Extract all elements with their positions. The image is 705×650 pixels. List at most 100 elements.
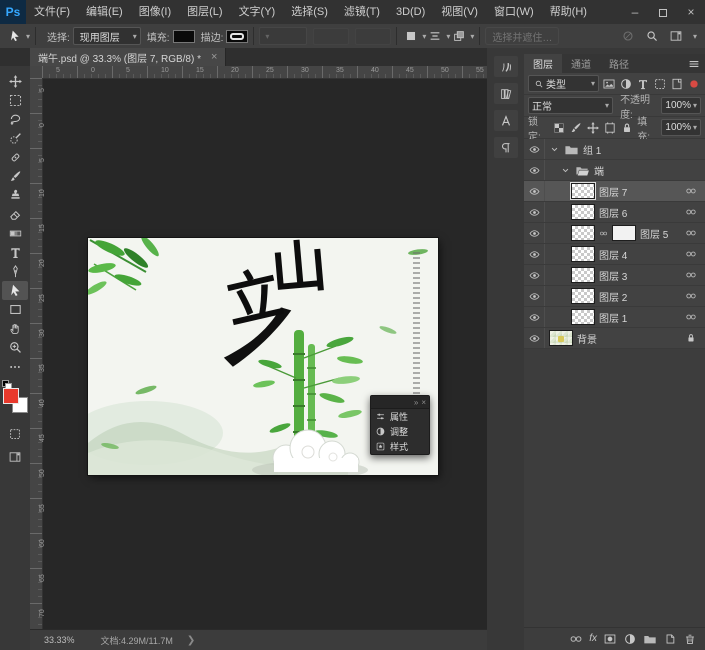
group-row[interactable]: 端 (524, 160, 705, 181)
filter-toggle-icon[interactable] (687, 77, 701, 91)
tool-eraser[interactable] (2, 205, 28, 224)
tool-path-select[interactable] (2, 281, 28, 300)
visibility-toggle[interactable] (524, 307, 545, 327)
document-tab[interactable]: 端午.psd @ 33.3% (图层 7, RGB/8) * × (30, 48, 227, 66)
search-icon[interactable] (645, 29, 659, 43)
visibility-toggle[interactable] (524, 139, 545, 159)
layer-row[interactable]: 图层 7 (524, 181, 705, 202)
layer-name[interactable]: 图层 4 (599, 247, 627, 262)
filter-type-layers-icon[interactable] (636, 77, 650, 91)
path-align-button[interactable] (428, 29, 442, 43)
layer-thumbnail[interactable] (571, 246, 595, 262)
tool-heal[interactable] (2, 148, 28, 167)
panel-tab-inactive[interactable]: 通道 (562, 54, 600, 73)
select-scope-dropdown[interactable]: 现用图层 ▾ (72, 27, 141, 45)
workspace-switcher-icon[interactable] (669, 29, 683, 43)
layer-row[interactable]: 图层 6 (524, 202, 705, 223)
tool-quick-select[interactable] (2, 129, 28, 148)
close-icon[interactable]: × (421, 398, 426, 407)
menu-item[interactable]: 视图(V) (433, 0, 486, 24)
delete-layer-button[interactable] (683, 632, 697, 646)
layer-row[interactable]: 图层 2 (524, 286, 705, 307)
layer-row[interactable]: 背景 (524, 328, 705, 349)
filter-pixel-layers-icon[interactable] (602, 77, 616, 91)
blend-mode-dropdown[interactable]: 正常 ▾ (528, 97, 614, 114)
layer-row[interactable]: 图层 1 (524, 307, 705, 328)
add-adjustment-button[interactable] (623, 632, 637, 646)
canvas-viewport[interactable]: 山 立 » × 属性 调整 样式 (42, 78, 487, 630)
lock-artboard-icon[interactable] (603, 121, 617, 135)
floating-panel-header[interactable]: » × (371, 396, 429, 409)
libraries-panel-button[interactable] (494, 83, 518, 104)
tool-type-glyph[interactable] (2, 243, 28, 262)
layer-name[interactable]: 图层 2 (599, 289, 627, 304)
workspace-caret[interactable]: ▾ (693, 32, 697, 41)
stroke-swatch[interactable] (226, 29, 249, 43)
lock-pixels-icon[interactable] (569, 121, 583, 135)
panel-tab-active[interactable]: 图层 (524, 54, 562, 73)
minimize-button[interactable]: – (621, 0, 649, 24)
tool-hand[interactable] (2, 319, 28, 338)
foreground-color-swatch[interactable] (3, 388, 19, 404)
close-button[interactable]: × (677, 0, 705, 24)
link-layers-button[interactable] (569, 632, 583, 646)
menu-item[interactable]: 帮助(H) (542, 0, 595, 24)
tool-stamp[interactable] (2, 186, 28, 205)
edit-toolbar-button[interactable] (2, 357, 28, 376)
layer-name[interactable]: 图层 6 (599, 205, 627, 220)
layer-thumbnail[interactable] (571, 204, 595, 220)
visibility-toggle[interactable] (524, 160, 545, 180)
menu-item[interactable]: 选择(S) (283, 0, 336, 24)
floating-panel-item[interactable]: 调整 (371, 424, 429, 439)
tool-lasso[interactable] (2, 110, 28, 129)
lock-position-icon[interactable] (586, 121, 600, 135)
layer-row[interactable]: 图层 3 (524, 265, 705, 286)
opacity-field[interactable]: 100% ▾ (661, 97, 701, 114)
fill-swatch[interactable] (172, 29, 195, 43)
new-layer-button[interactable] (663, 632, 677, 646)
layer-mask-thumbnail[interactable] (612, 225, 636, 241)
visibility-toggle[interactable] (524, 286, 545, 306)
menu-item[interactable]: 滤镜(T) (336, 0, 388, 24)
layer-thumbnail[interactable] (571, 267, 595, 283)
menu-item[interactable]: 文件(F) (26, 0, 78, 24)
quick-mask-button[interactable] (2, 424, 28, 443)
mask-link-icon[interactable] (599, 229, 608, 238)
status-options-arrow[interactable]: ❯ (187, 635, 195, 646)
visibility-toggle[interactable] (524, 223, 545, 243)
path-operations-button[interactable] (404, 29, 418, 43)
layer-name[interactable]: 图层 1 (599, 310, 627, 325)
menu-item[interactable]: 窗口(W) (486, 0, 542, 24)
current-tool-icon[interactable] (8, 29, 22, 43)
brushes-panel-button[interactable] (494, 56, 518, 77)
layer-name[interactable]: 端 (594, 163, 604, 178)
tool-move[interactable] (2, 72, 28, 91)
visibility-toggle[interactable] (524, 202, 545, 222)
fill-field[interactable]: 100% ▾ (661, 119, 701, 136)
lock-transparency-icon[interactable] (552, 121, 566, 135)
menu-item[interactable]: 图像(I) (131, 0, 179, 24)
tool-rect[interactable] (2, 300, 28, 319)
menu-item[interactable]: 编辑(E) (78, 0, 131, 24)
layer-thumbnail[interactable] (570, 182, 596, 200)
new-group-button[interactable] (643, 632, 657, 646)
tool-brush[interactable] (2, 167, 28, 186)
menu-item[interactable]: 图层(L) (179, 0, 230, 24)
layer-row[interactable]: 图层 4 (524, 244, 705, 265)
tool-marquee[interactable] (2, 91, 28, 110)
add-mask-button[interactable] (603, 632, 617, 646)
group-row[interactable]: 组 1 (524, 139, 705, 160)
maximize-button[interactable] (649, 0, 677, 24)
filter-adjustment-layers-icon[interactable] (619, 77, 633, 91)
visibility-toggle[interactable] (524, 181, 545, 201)
filter-smart-objects-icon[interactable] (670, 77, 684, 91)
panel-tab-inactive[interactable]: 路径 (600, 54, 638, 73)
chevron-down-icon[interactable] (560, 165, 571, 176)
layer-thumbnail[interactable] (571, 288, 595, 304)
visibility-toggle[interactable] (524, 328, 545, 348)
layer-thumbnail[interactable] (549, 330, 573, 346)
tab-close-icon[interactable]: × (211, 51, 217, 63)
lock-all-icon[interactable] (620, 121, 634, 135)
visibility-toggle[interactable] (524, 244, 545, 264)
layer-thumbnail[interactable] (571, 225, 595, 241)
